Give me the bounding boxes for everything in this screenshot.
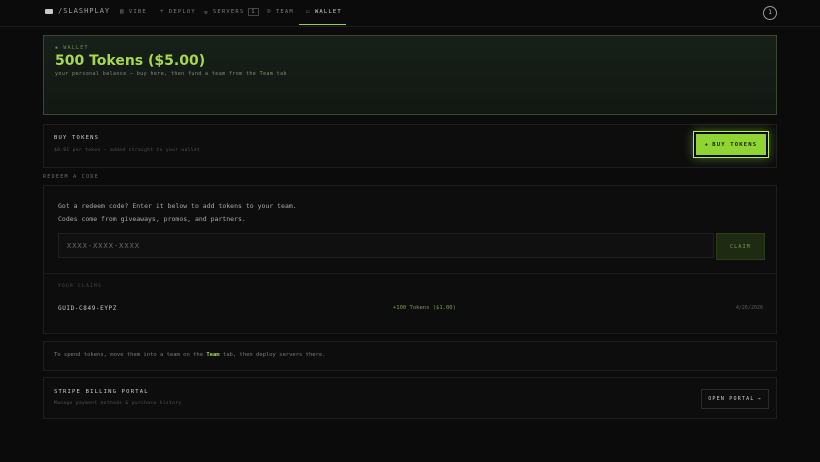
buy-tokens-title: BUY TOKENS [54,135,100,141]
spend-text: To spend tokens, move them into a team o… [54,352,326,358]
open-portal-button[interactable]: OPEN PORTAL → [701,389,769,409]
nav-item-label: WALLET [314,8,342,15]
wallet-subtitle: your personal balance — buy here, then f… [55,71,287,77]
wallet-icon: ▭ [306,8,311,15]
stripe-subtitle: Manage payment methods & purchase histor… [54,401,182,406]
vibe-icon: ▤ [120,8,125,15]
wallet-balance-card: ▪ WALLET 500 Tokens ($5.00) your persona… [43,35,777,115]
nav-item-label: VIBE [128,8,147,15]
stripe-title: STRIPE BILLING PORTAL [54,389,149,395]
nav-item-label: SERVERS [212,9,245,15]
buy-tokens-section: BUY TOKENS $0.01 per token — added strai… [43,124,777,168]
claims-label: YOUR CLAIMS [58,284,103,289]
deploy-icon: + [160,8,165,15]
claim-row: GUID-C849-EYPZ +100 Tokens ($1.00) 4/26/… [58,303,763,315]
wallet-balance: 500 Tokens ($5.00) [55,53,206,69]
wallet-label: ▪ WALLET [55,45,89,51]
claim-code: GUID-C849-EYPZ [58,305,117,312]
top-nav: /SLASHPLAY ▤ VIBE + DEPLOY ⚒ SERVERS 1 ☺… [0,0,820,27]
redeem-section: Got a redeem code? Enter it below to add… [43,185,777,334]
nav-item-vibe[interactable]: ▤ VIBE [120,8,147,15]
spend-info: To spend tokens, move them into a team o… [43,341,777,371]
logo-text: /SLASHPLAY [58,7,111,15]
nav-item-team[interactable]: ☺ TEAM [267,8,294,15]
avatar[interactable]: 1 [763,6,777,20]
nav-item-servers[interactable]: ⚒ SERVERS 1 [204,8,259,16]
nav-item-label: TEAM [275,8,294,15]
redeem-code-input[interactable] [58,233,714,258]
buy-tokens-button[interactable]: + BUY TOKENS [696,134,766,155]
arrow-right-icon: → [757,396,762,402]
claim-button[interactable]: CLAIM [716,233,765,260]
redeem-heading: REDEEM A CODE [43,174,100,180]
servers-count-badge: 1 [248,8,259,16]
stripe-portal-section: STRIPE BILLING PORTAL Manage payment met… [43,377,777,419]
servers-icon: ⚒ [204,8,209,16]
logo[interactable]: /SLASHPLAY [45,7,110,15]
divider [44,273,776,274]
nav-item-label: DEPLOY [168,8,196,15]
active-tab-indicator [299,24,346,25]
redeem-description: Got a redeem code? Enter it below to add… [58,202,297,223]
team-link[interactable]: Team [206,352,219,358]
claim-date: 4/26/2026 [735,305,763,311]
logo-icon [45,8,53,14]
nav-item-wallet[interactable]: ▭ WALLET [306,8,342,15]
plus-icon: + [704,141,710,148]
nav-item-deploy[interactable]: + DEPLOY [160,8,196,15]
claim-amount: +100 Tokens ($1.00) [393,305,456,311]
team-icon: ☺ [267,8,272,15]
buy-tokens-subtitle: $0.01 per token — added straight to your… [54,148,201,153]
